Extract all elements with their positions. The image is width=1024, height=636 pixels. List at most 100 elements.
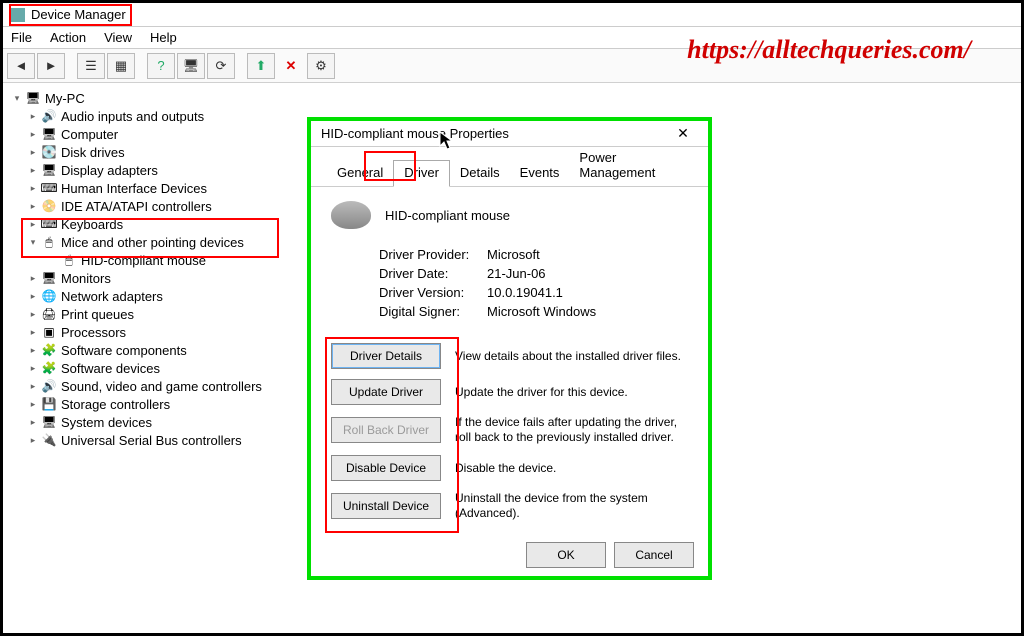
- expand-icon[interactable]: ▸: [27, 363, 39, 374]
- menu-file[interactable]: File: [11, 30, 32, 45]
- toolbar-remove-icon[interactable]: ✕: [277, 53, 305, 79]
- separator: [67, 53, 75, 79]
- date-label: Driver Date:: [379, 266, 487, 281]
- device-icon: 🖥: [41, 126, 57, 142]
- tab-events[interactable]: Events: [510, 161, 570, 186]
- device-icon: 🖨: [41, 306, 57, 322]
- close-icon[interactable]: ✕: [668, 124, 698, 144]
- dialog-body: HID-compliant mouse Driver Provider:Micr…: [311, 187, 708, 539]
- expand-icon[interactable]: ▸: [27, 309, 39, 320]
- collapse-icon[interactable]: ▾: [27, 237, 39, 248]
- update-driver-button[interactable]: Update Driver: [331, 379, 441, 405]
- expand-icon[interactable]: ▸: [27, 345, 39, 356]
- date-value: 21-Jun-06: [487, 266, 546, 281]
- signer-value: Microsoft Windows: [487, 304, 596, 319]
- tree-label: Disk drives: [61, 145, 125, 160]
- tab-general[interactable]: General: [327, 161, 393, 186]
- tree-label: Software components: [61, 343, 187, 358]
- device-icon: 💾: [41, 396, 57, 412]
- device-icon: 🧩: [41, 360, 57, 376]
- titlebar: Device Manager: [3, 3, 1021, 27]
- tree-label: Keyboards: [61, 217, 123, 232]
- expand-icon[interactable]: ▸: [27, 165, 39, 176]
- uninstall-device-button[interactable]: Uninstall Device: [331, 493, 441, 519]
- menu-help[interactable]: Help: [150, 30, 177, 45]
- ok-button[interactable]: OK: [526, 542, 606, 568]
- device-icon: 🖱: [41, 234, 57, 250]
- tree-label: Software devices: [61, 361, 160, 376]
- expand-icon[interactable]: ▸: [27, 129, 39, 140]
- expand-icon[interactable]: ▸: [27, 417, 39, 428]
- menu-action[interactable]: Action: [50, 30, 86, 45]
- root-label: My-PC: [45, 91, 85, 106]
- tab-driver[interactable]: Driver: [393, 160, 450, 187]
- disable-device-button[interactable]: Disable Device: [331, 455, 441, 481]
- device-icon: 🔊: [41, 108, 57, 124]
- rollback-driver-button: Roll Back Driver: [331, 417, 441, 443]
- tree-label: Network adapters: [61, 289, 163, 304]
- toolbar-properties-icon[interactable]: ⚙: [307, 53, 335, 79]
- toolbar-back[interactable]: ◄: [7, 53, 35, 79]
- dialog-titlebar[interactable]: HID-compliant mouse Properties ✕: [311, 121, 708, 147]
- tree-label: Computer: [61, 127, 118, 142]
- expand-icon[interactable]: ▸: [27, 183, 39, 194]
- device-name: HID-compliant mouse: [385, 208, 510, 223]
- tree-label: Monitors: [61, 271, 111, 286]
- dialog-title: HID-compliant mouse Properties: [321, 126, 509, 141]
- expand-icon[interactable]: ▸: [27, 273, 39, 284]
- toolbar-refresh-icon[interactable]: ⟳: [207, 53, 235, 79]
- disable-device-desc: Disable the device.: [455, 461, 688, 476]
- rollback-driver-desc: If the device fails after updating the d…: [455, 415, 688, 445]
- expand-icon[interactable]: ▸: [27, 147, 39, 158]
- separator: [237, 53, 245, 79]
- watermark-url: https://alltechqueries.com/: [687, 35, 971, 65]
- signer-label: Digital Signer:: [379, 304, 487, 319]
- computer-icon: 🖥: [25, 90, 41, 106]
- expand-icon[interactable]: ▸: [27, 381, 39, 392]
- tree-label: Sound, video and game controllers: [61, 379, 262, 394]
- tree-label: Display adapters: [61, 163, 158, 178]
- device-icon: 📀: [41, 198, 57, 214]
- provider-label: Driver Provider:: [379, 247, 487, 262]
- tree-label: Audio inputs and outputs: [61, 109, 204, 124]
- device-icon: 🖱: [61, 252, 77, 268]
- tree-root[interactable]: ▾ 🖥 My-PC: [11, 89, 1021, 107]
- version-value: 10.0.19041.1: [487, 285, 563, 300]
- device-icon: ⌨: [41, 216, 57, 232]
- collapse-icon[interactable]: ▾: [11, 93, 23, 104]
- device-icon: 🌐: [41, 288, 57, 304]
- device-icon: ▣: [41, 324, 57, 340]
- toolbar-grid-icon[interactable]: ▦: [107, 53, 135, 79]
- tab-power[interactable]: Power Management: [569, 146, 692, 186]
- expand-icon[interactable]: ▸: [27, 327, 39, 338]
- expand-icon[interactable]: ▸: [27, 435, 39, 446]
- tree-label: HID-compliant mouse: [81, 253, 206, 268]
- expand-icon[interactable]: ▸: [27, 111, 39, 122]
- device-icon: 🧩: [41, 342, 57, 358]
- tree-label: Processors: [61, 325, 126, 340]
- toolbar-help-icon[interactable]: ?: [147, 53, 175, 79]
- expand-icon[interactable]: ▸: [27, 201, 39, 212]
- tree-label: System devices: [61, 415, 152, 430]
- version-label: Driver Version:: [379, 285, 487, 300]
- tree-label: Human Interface Devices: [61, 181, 207, 196]
- device-icon: ⌨: [41, 180, 57, 196]
- mouse-icon: [331, 201, 371, 229]
- device-icon: 🔊: [41, 378, 57, 394]
- tree-label: Storage controllers: [61, 397, 170, 412]
- driver-details-button[interactable]: Driver Details: [331, 343, 441, 369]
- toolbar-tree-icon[interactable]: ☰: [77, 53, 105, 79]
- tree-label: Universal Serial Bus controllers: [61, 433, 242, 448]
- expand-icon[interactable]: ▸: [27, 399, 39, 410]
- toolbar-display-icon[interactable]: 🖥: [177, 53, 205, 79]
- toolbar-forward[interactable]: ►: [37, 53, 65, 79]
- provider-value: Microsoft: [487, 247, 540, 262]
- toolbar-scan-icon[interactable]: ⬆: [247, 53, 275, 79]
- window-title: Device Manager: [31, 7, 126, 22]
- tab-details[interactable]: Details: [450, 161, 510, 186]
- tree-label: Mice and other pointing devices: [61, 235, 244, 250]
- menu-view[interactable]: View: [104, 30, 132, 45]
- expand-icon[interactable]: ▸: [27, 219, 39, 230]
- cancel-button[interactable]: Cancel: [614, 542, 694, 568]
- expand-icon[interactable]: ▸: [27, 291, 39, 302]
